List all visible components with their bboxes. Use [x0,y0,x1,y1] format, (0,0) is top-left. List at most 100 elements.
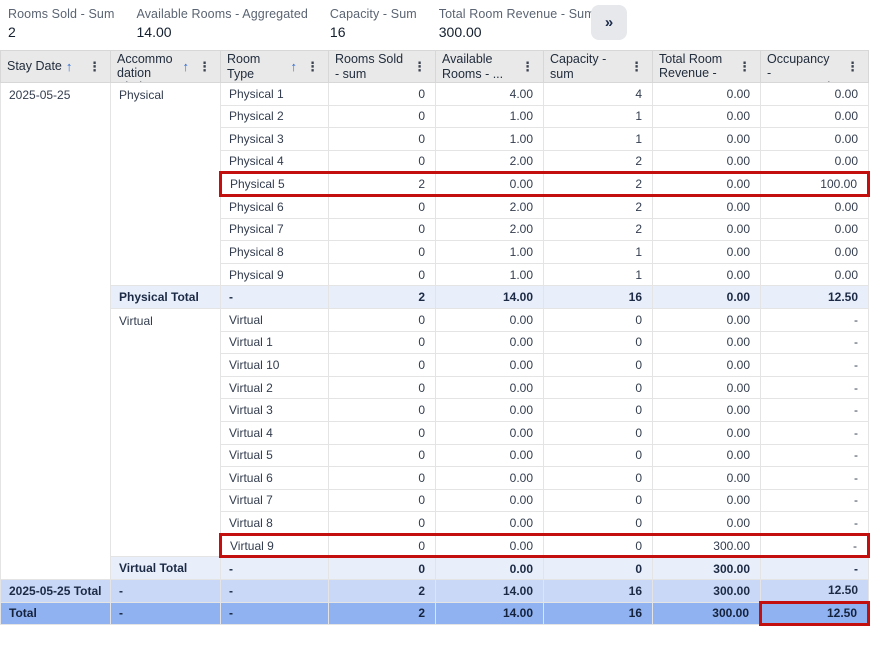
kpi-label: Capacity - Sum [330,7,417,21]
cell-rooms-sold: 0 [329,331,436,354]
cell-capacity: 0 [544,467,653,490]
cell-available-rooms: 0.00 [436,489,544,512]
cell-rooms-sold: 2 [329,580,436,603]
cell-accommodation-kind: - [111,580,221,603]
column-label: Room Type [227,52,287,81]
cell-room-type: Physical 1 [221,83,329,106]
cell-room-type: Virtual 9 [221,534,329,557]
cell-revenue: 0.00 [653,83,761,106]
cell-revenue: 0.00 [653,195,761,218]
cell-stay-date: 2025-05-25 [1,83,111,580]
column-header-capacity[interactable]: Capacity - sum ⋮ [544,51,653,83]
cell-capacity: 16 [544,286,653,309]
cell-room-type: Physical 5 [221,173,329,196]
cell-room-type: Virtual 3 [221,399,329,422]
cell-rooms-sold: 0 [329,421,436,444]
cell-accommodation-kind: - [111,602,221,625]
kpi-total-room-revenue: Total Room Revenue - Sum 300.00 [439,7,595,40]
cell-rooms-sold: 0 [329,444,436,467]
summary-bar: Rooms Sold - Sum 2 Available Rooms - Agg… [0,0,880,50]
cell-available-rooms: 4.00 [436,83,544,106]
cell-revenue: 0.00 [653,399,761,422]
cell-occupancy: - [761,557,869,580]
column-label: Occupancy - aggregated [767,52,837,82]
column-label: Rooms Sold - sum [335,52,404,81]
cell-occupancy: - [761,421,869,444]
kpi-label: Total Room Revenue - Sum [439,7,595,21]
cell-rooms-sold: 0 [329,399,436,422]
column-menu-icon[interactable]: ⋮ [516,59,539,75]
cell-room-type: Virtual 7 [221,489,329,512]
cell-occupancy: 12.50 [761,580,869,603]
cell-rooms-sold: 0 [329,128,436,151]
cell-available-rooms: 0.00 [436,376,544,399]
cell-occupancy: 0.00 [761,241,869,264]
cell-room-type: Virtual [221,308,329,331]
cell-occupancy: - [761,399,869,422]
cell-available-rooms: 2.00 [436,218,544,241]
cell-room-type: Physical 7 [221,218,329,241]
cell-occupancy: 0.00 [761,218,869,241]
cell-rooms-sold: 0 [329,218,436,241]
cell-available-rooms: 14.00 [436,286,544,309]
cell-available-rooms: 0.00 [436,557,544,580]
kpi-label: Rooms Sold - Sum [8,7,115,21]
cell-revenue: 0.00 [653,489,761,512]
cell-revenue: 0.00 [653,218,761,241]
cell-capacity: 0 [544,444,653,467]
column-menu-icon[interactable]: ⋮ [408,59,431,75]
cell-available-rooms: 0.00 [436,512,544,535]
sort-asc-icon: ↑ [291,59,298,74]
cell-available-rooms: 1.00 [436,128,544,151]
column-menu-icon[interactable]: ⋮ [301,59,324,75]
cell-revenue: 0.00 [653,308,761,331]
grand-total-row: Total--214.0016300.0012.50 [1,602,869,625]
cell-available-rooms: 0.00 [436,444,544,467]
cell-capacity: 1 [544,128,653,151]
cell-capacity: 0 [544,331,653,354]
cell-capacity: 0 [544,308,653,331]
cell-capacity: 4 [544,83,653,106]
cell-rooms-sold: 0 [329,263,436,286]
cell-available-rooms: 1.00 [436,263,544,286]
column-menu-icon[interactable]: ⋮ [841,59,864,75]
cell-revenue: 300.00 [653,534,761,557]
cell-occupancy: 0.00 [761,83,869,106]
cell-available-rooms: 14.00 [436,602,544,625]
cell-occupancy: 100.00 [761,173,869,196]
cell-accommodation-kind: Physical Total [111,286,221,309]
column-header-stay-date[interactable]: Stay Date ↑ ⋮ [1,51,111,83]
expand-columns-button[interactable]: » [591,5,627,40]
cell-room-type: - [221,286,329,309]
cell-room-type: Virtual 6 [221,467,329,490]
cell-rooms-sold: 0 [329,150,436,173]
column-header-available-rooms[interactable]: Available Rooms - ... ⋮ [436,51,544,83]
cell-revenue: 0.00 [653,421,761,444]
cell-occupancy: 12.50 [761,602,869,625]
column-menu-icon[interactable]: ⋮ [83,59,106,75]
cell-revenue: 0.00 [653,105,761,128]
cell-rooms-sold: 2 [329,173,436,196]
cell-available-rooms: 0.00 [436,354,544,377]
column-menu-icon[interactable]: ⋮ [733,59,756,75]
cell-rooms-sold: 2 [329,286,436,309]
cell-capacity: 0 [544,399,653,422]
cell-room-type: Virtual 1 [221,331,329,354]
column-header-occupancy[interactable]: Occupancy - aggregated ⋮ [761,51,869,83]
column-header-accommodation-kind[interactable]: Accommodation Kind ↑ ⋮ [111,51,221,83]
cell-occupancy: - [761,308,869,331]
cell-available-rooms: 2.00 [436,195,544,218]
cell-occupancy: - [761,512,869,535]
cell-rooms-sold: 0 [329,534,436,557]
column-header-rooms-sold[interactable]: Rooms Sold - sum ⋮ [329,51,436,83]
column-header-room-type[interactable]: Room Type ↑ ⋮ [221,51,329,83]
column-menu-icon[interactable]: ⋮ [625,59,648,75]
cell-room-type: - [221,580,329,603]
cell-capacity: 0 [544,489,653,512]
cell-occupancy: - [761,331,869,354]
cell-occupancy: - [761,489,869,512]
column-menu-icon[interactable]: ⋮ [193,59,216,75]
cell-capacity: 2 [544,150,653,173]
column-header-total-room-revenue[interactable]: Total Room Revenue - sum ⋮ [653,51,761,83]
cell-room-type: Physical 8 [221,241,329,264]
